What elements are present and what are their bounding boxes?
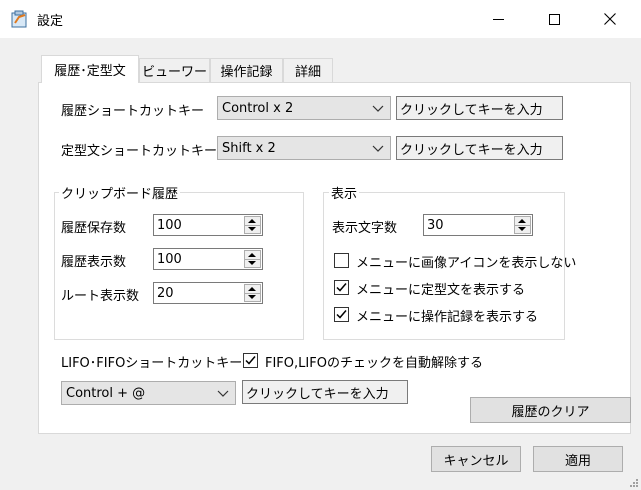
template-keybox-text: クリックしてキーを入力 [400, 142, 543, 158]
display-group-title: 表示 [329, 183, 360, 202]
spin-up-icon [248, 219, 256, 223]
lifo-fifo-shortcut-value: Control + @ [66, 385, 146, 401]
spin-down-icon [248, 227, 256, 231]
history-save-count-label: 履歴保存数 [61, 221, 127, 236]
spin-down-icon [518, 227, 526, 231]
template-shortcut-keybox[interactable]: クリックしてキーを入力 [396, 136, 563, 160]
hide-image-icon-label: メニューに画像アイコンを表示しない [356, 256, 577, 271]
maximize-icon [548, 13, 560, 25]
root-display-count-spinner[interactable]: 20 [153, 282, 263, 304]
spin-up-icon [248, 253, 256, 257]
checkmark-icon [336, 283, 347, 292]
spin-up-icon [518, 219, 526, 223]
show-operation-log-label: メニューに操作記録を表示する [356, 310, 539, 325]
chevron-down-icon [372, 105, 384, 112]
maximize-button[interactable] [531, 0, 577, 38]
tab-label: 詳細 [294, 65, 321, 80]
minimize-button[interactable] [475, 0, 521, 38]
root-display-count-label: ルート表示数 [61, 289, 140, 304]
history-save-count-value: 100 [157, 218, 182, 233]
apply-button[interactable]: 適用 [533, 446, 623, 472]
display-char-count-value: 30 [427, 218, 444, 233]
lifo-fifo-shortcut-select[interactable]: Control + @ [61, 381, 236, 405]
show-templates-label: メニューに定型文を表示する [356, 283, 526, 298]
history-display-count-spinner[interactable]: 100 [153, 248, 263, 270]
spin-down-icon [248, 261, 256, 265]
checkmark-icon [245, 356, 256, 365]
tab-history-template[interactable]: 履歴･定型文 [41, 55, 139, 83]
tab-label: 履歴･定型文 [54, 64, 126, 79]
cancel-button[interactable]: キャンセル [431, 446, 521, 472]
resize-grip-icon[interactable] [628, 477, 638, 487]
tab-details[interactable]: 詳細 [283, 58, 333, 82]
spinner-buttons[interactable] [244, 216, 261, 234]
history-shortcut-select[interactable]: Control x 2 [217, 96, 391, 120]
close-icon [604, 13, 616, 25]
lifo-fifo-shortcut-label: LIFO･FIFOショートカットキー [61, 356, 243, 371]
tab-operation-log[interactable]: 操作記録 [210, 58, 283, 82]
show-templates-checkbox[interactable] [334, 280, 349, 295]
spinner-buttons[interactable] [514, 216, 531, 234]
display-char-count-spinner[interactable]: 30 [423, 214, 533, 236]
history-shortcut-value: Control x 2 [222, 100, 294, 116]
cancel-label: キャンセル [443, 453, 509, 469]
template-shortcut-value: Shift x 2 [222, 140, 276, 156]
minimize-icon [492, 18, 504, 20]
display-char-count-label: 表示文字数 [332, 221, 398, 236]
title-bar: 設定 [0, 0, 641, 38]
spinner-buttons[interactable] [244, 284, 261, 302]
clipboard-history-title: クリップボード履歴 [59, 183, 181, 202]
template-shortcut-label: 定型文ショートカットキー [61, 144, 218, 159]
history-shortcut-keybox[interactable]: クリックしてキーを入力 [396, 96, 563, 120]
show-operation-log-checkbox[interactable] [334, 307, 349, 322]
history-display-count-value: 100 [157, 252, 182, 267]
auto-release-label: FIFO,LIFOのチェックを自動解除する [265, 356, 483, 371]
tab-label: 操作記録 [220, 65, 273, 80]
hide-image-icon-checkbox[interactable] [334, 253, 349, 268]
history-shortcut-label: 履歴ショートカットキー [61, 104, 205, 119]
history-keybox-text: クリックしてキーを入力 [400, 102, 543, 118]
spin-up-icon [248, 287, 256, 291]
auto-release-checkbox[interactable] [243, 353, 258, 368]
close-button[interactable] [587, 0, 633, 38]
chevron-down-icon [372, 145, 384, 152]
spin-down-icon [248, 295, 256, 299]
history-display-count-label: 履歴表示数 [61, 255, 127, 270]
clear-history-label: 履歴のクリア [511, 404, 590, 420]
tab-label: ビューワー [141, 65, 207, 80]
app-icon [11, 10, 29, 28]
lifo-fifo-keybox[interactable]: クリックしてキーを入力 [242, 380, 408, 404]
window-title: 設定 [37, 14, 64, 29]
template-shortcut-select[interactable]: Shift x 2 [217, 136, 391, 160]
apply-label: 適用 [564, 453, 591, 469]
history-save-count-spinner[interactable]: 100 [153, 214, 263, 236]
clear-history-button[interactable]: 履歴のクリア [470, 397, 631, 423]
lifo-keybox-text: クリックしてキーを入力 [246, 386, 389, 402]
root-display-count-value: 20 [157, 286, 174, 301]
chevron-down-icon [217, 390, 229, 397]
spinner-buttons[interactable] [244, 250, 261, 268]
tab-viewer[interactable]: ビューワー [139, 58, 210, 82]
checkmark-icon [336, 310, 347, 319]
